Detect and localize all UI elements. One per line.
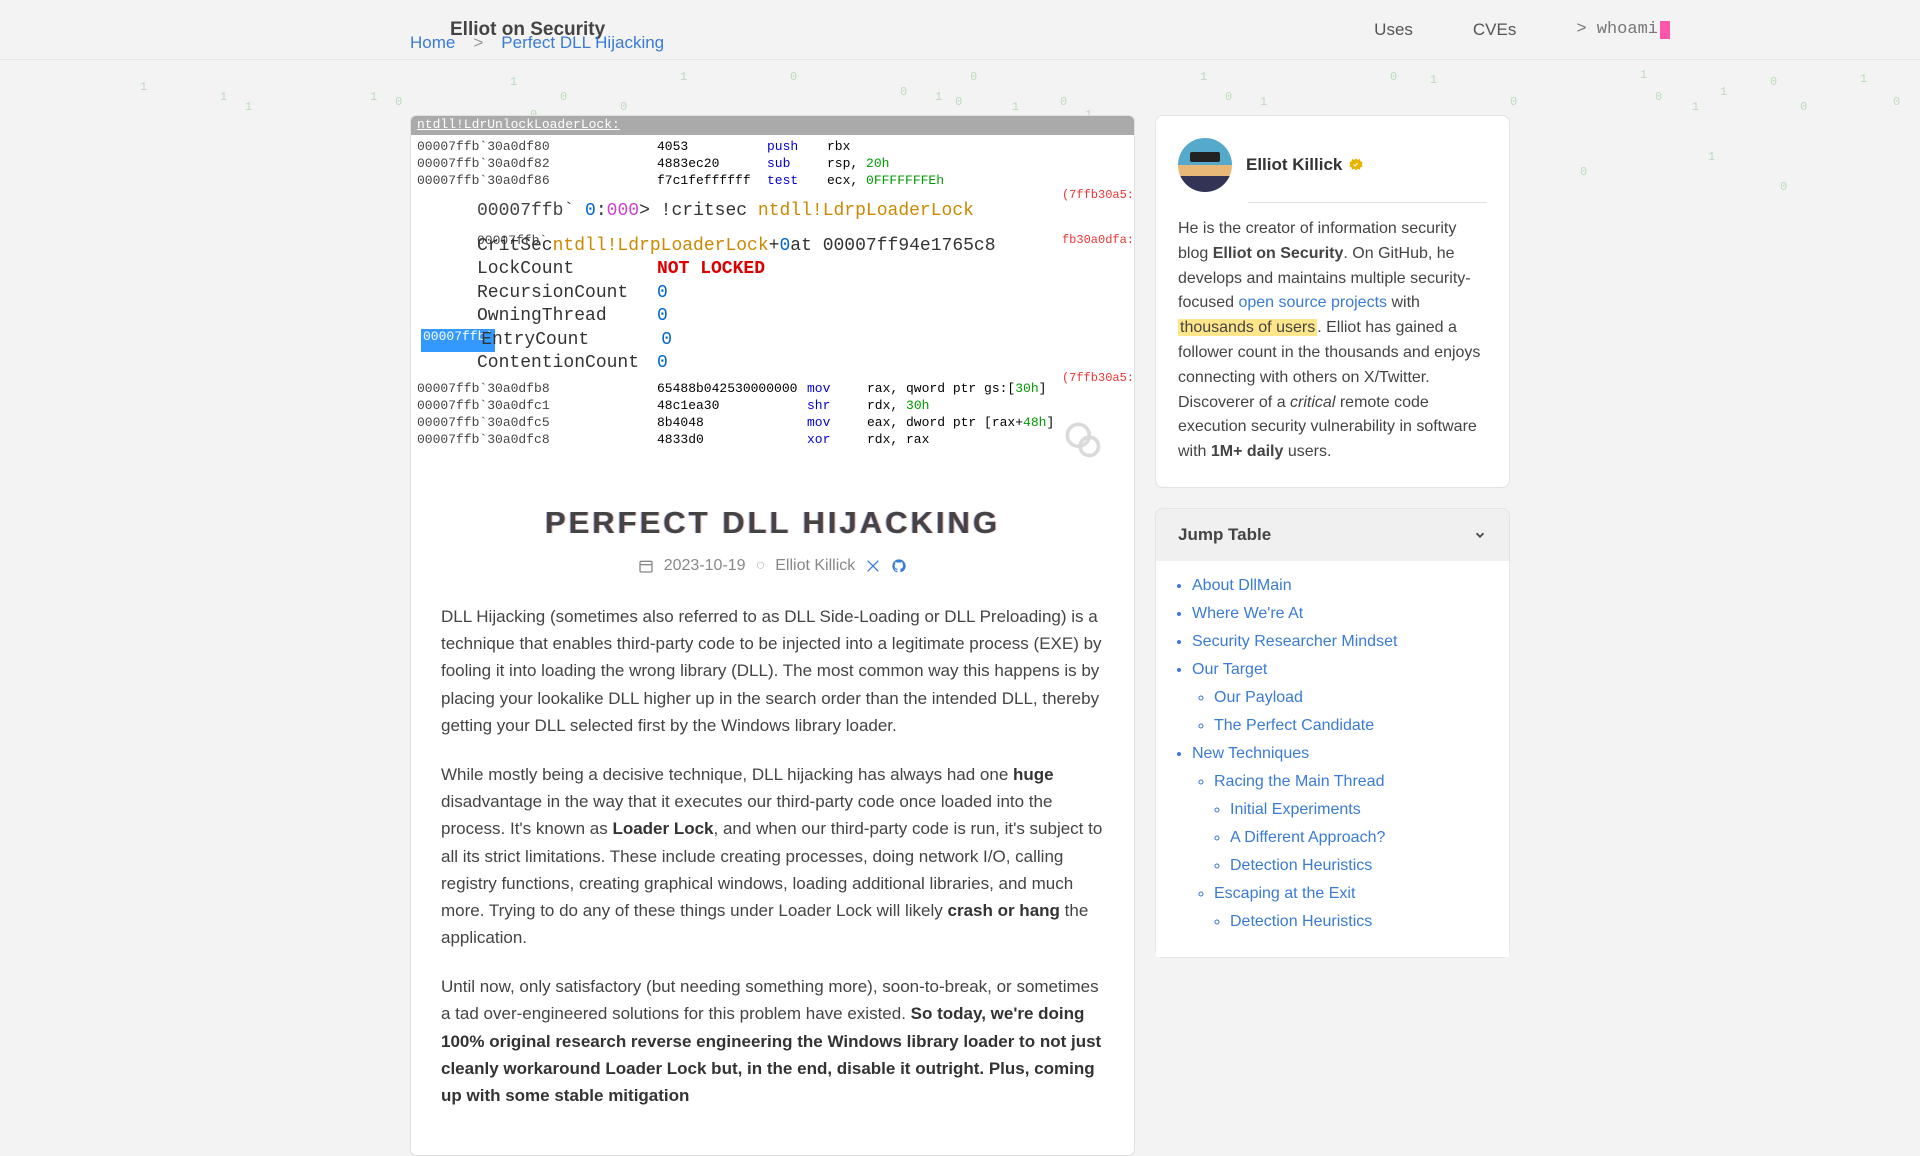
- paragraph: DLL Hijacking (sometimes also referred t…: [441, 603, 1104, 739]
- jump-table-toggle[interactable]: Jump Table: [1156, 509, 1509, 561]
- article-author: Elliot Killick: [775, 557, 855, 575]
- toc-link[interactable]: Escaping at the Exit: [1214, 885, 1355, 902]
- calendar-icon: [638, 558, 654, 574]
- article: ntdll!LdrUnlockLoaderLock: 00007ffb`30a0…: [410, 115, 1135, 1156]
- toc-link[interactable]: A Different Approach?: [1230, 829, 1385, 846]
- breadcrumb-home[interactable]: Home: [410, 33, 455, 53]
- whoami-text: > whoami: [1576, 20, 1658, 39]
- toc-link[interactable]: Detection Heuristics: [1230, 913, 1372, 930]
- article-date: 2023-10-19: [664, 557, 746, 575]
- sidebar: Elliot Killick He is the creator of info…: [1155, 115, 1510, 1156]
- author-card: Elliot Killick He is the creator of info…: [1155, 115, 1510, 488]
- hero-disasm-header: ntdll!LdrUnlockLoaderLock:: [411, 116, 1134, 135]
- toc-link[interactable]: Where We're At: [1192, 605, 1303, 622]
- avatar: [1178, 138, 1232, 192]
- meta-separator: ○: [756, 557, 766, 575]
- author-bio: He is the creator of information securit…: [1178, 217, 1487, 465]
- breadcrumb-separator: >: [473, 33, 483, 53]
- nav-uses[interactable]: Uses: [1374, 20, 1413, 40]
- hero-image: ntdll!LdrUnlockLoaderLock: 00007ffb`30a0…: [411, 116, 1134, 481]
- top-nav: Uses CVEs > whoami: [1374, 20, 1670, 40]
- breadcrumb-current[interactable]: Perfect DLL Hijacking: [501, 33, 664, 53]
- breadcrumb: Home > Perfect DLL Hijacking: [410, 33, 664, 53]
- x-twitter-icon[interactable]: [865, 558, 881, 574]
- toc-link[interactable]: Our Target: [1192, 661, 1267, 678]
- github-icon[interactable]: [891, 558, 907, 574]
- toc-link[interactable]: About DllMain: [1192, 577, 1292, 594]
- author-name: Elliot Killick: [1246, 155, 1364, 175]
- header: Elliot on Security Uses CVEs > whoami: [0, 0, 1920, 60]
- verified-icon: [1348, 157, 1364, 173]
- toc-link[interactable]: Racing the Main Thread: [1214, 773, 1384, 790]
- toc-link[interactable]: Security Researcher Mindset: [1192, 633, 1397, 650]
- gear-icon: [1060, 417, 1104, 461]
- oss-link[interactable]: open source projects: [1238, 294, 1387, 311]
- toc-link[interactable]: New Techniques: [1192, 745, 1309, 762]
- nav-cves[interactable]: CVEs: [1473, 20, 1516, 40]
- nav-whoami[interactable]: > whoami: [1576, 20, 1670, 39]
- article-meta: 2023-10-19 ○ Elliot Killick: [441, 557, 1104, 575]
- toc-link[interactable]: Detection Heuristics: [1230, 857, 1372, 874]
- paragraph: Until now, only satisfactory (but needin…: [441, 973, 1104, 1109]
- toc-list: About DllMain Where We're At Security Re…: [1192, 577, 1487, 931]
- jump-table-card: Jump Table About DllMain Where We're At …: [1155, 508, 1510, 958]
- toc-link[interactable]: Our Payload: [1214, 689, 1303, 706]
- paragraph: While mostly being a decisive technique,…: [441, 761, 1104, 951]
- article-title: PERFECT DLL HIJACKING: [441, 505, 1104, 541]
- chevron-down-icon: [1473, 528, 1487, 542]
- cursor-icon: [1660, 21, 1670, 39]
- toc-link[interactable]: The Perfect Candidate: [1214, 717, 1374, 734]
- toc-link[interactable]: Initial Experiments: [1230, 801, 1361, 818]
